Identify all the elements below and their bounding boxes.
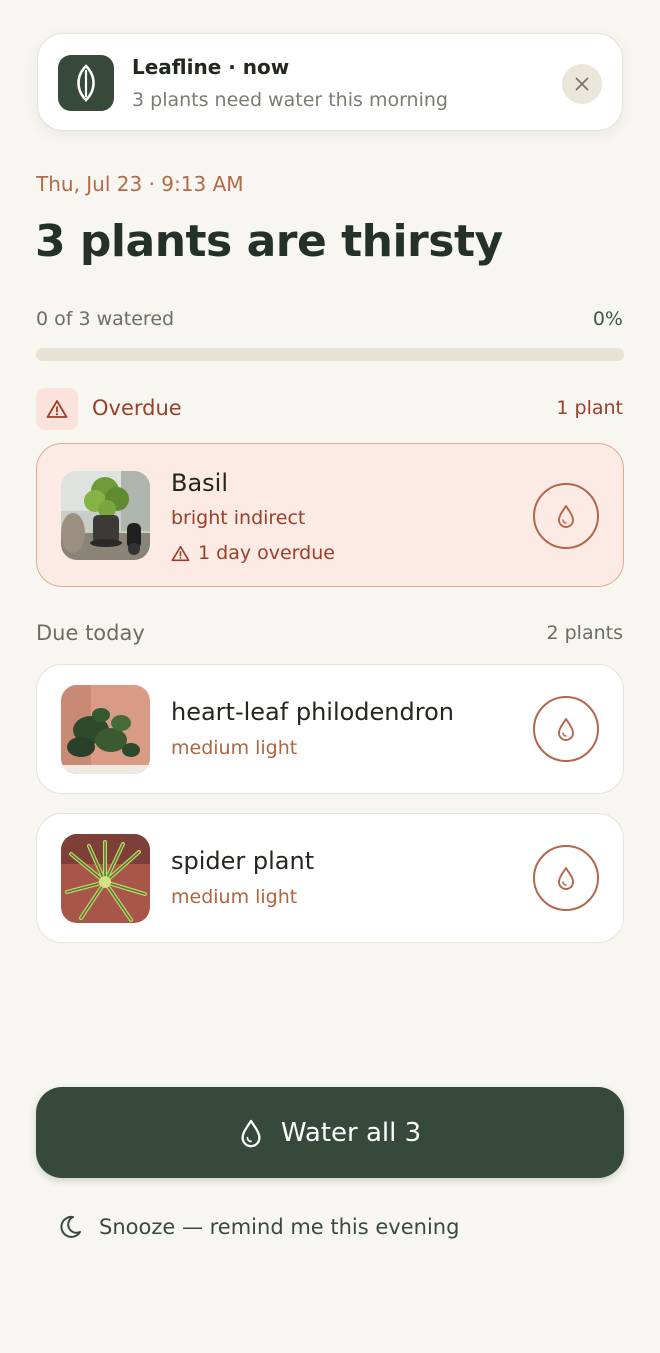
timestamp: Thu, Jul 23 · 9:13 AM: [36, 172, 244, 196]
plant-photo-basil: [61, 471, 150, 560]
snooze-label: Snooze — remind me this evening: [99, 1215, 460, 1239]
due-today-section-title: Due today: [36, 621, 145, 645]
overdue-section-title: Overdue: [92, 396, 182, 420]
overdue-note: 1 day overdue: [171, 542, 335, 564]
notification-body: 3 plants need water this morning: [132, 89, 448, 111]
plant-card-basil[interactable]: Basil bright indirect 1 day overdue: [36, 443, 624, 587]
due-today-count: 2 plants: [546, 622, 623, 644]
warning-icon: [171, 545, 190, 561]
app-screen: Leafline · now 3 plants need water this …: [0, 0, 660, 1353]
overdue-badge: [36, 388, 78, 430]
progress-label: 0 of 3 watered: [36, 308, 175, 330]
notification-title: Leafline · now: [132, 55, 290, 79]
water-all-button[interactable]: Water all 3: [36, 1087, 624, 1178]
page-title: 3 plants are thirsty: [35, 216, 503, 267]
progress-bar: [36, 348, 624, 361]
plant-name: Basil: [171, 469, 229, 497]
notification-banner[interactable]: Leafline · now 3 plants need water this …: [37, 33, 623, 131]
water-button-basil[interactable]: [533, 483, 599, 549]
water-drop-icon: [558, 718, 574, 741]
plant-light: medium light: [171, 737, 298, 759]
moon-icon: [60, 1215, 81, 1238]
leaf-icon: [58, 55, 114, 111]
water-drop-icon: [558, 867, 574, 890]
overdue-note-label: 1 day overdue: [198, 542, 335, 564]
snooze-button[interactable]: Snooze — remind me this evening: [57, 1214, 459, 1240]
water-drop-icon: [558, 505, 574, 528]
plant-name: spider plant: [171, 847, 315, 875]
close-icon: [575, 77, 589, 91]
close-button[interactable]: [562, 64, 602, 104]
water-button-spider-plant[interactable]: [533, 845, 599, 911]
water-drop-icon: [241, 1119, 261, 1147]
progress-percent: 0%: [592, 308, 623, 330]
plant-photo-spider-plant: [61, 834, 150, 923]
plant-name: heart-leaf philodendron: [171, 698, 454, 726]
plant-card-philodendron[interactable]: heart-leaf philodendron medium light: [36, 664, 624, 794]
water-all-label: Water all 3: [280, 1117, 422, 1148]
plant-light: bright indirect: [171, 507, 306, 529]
overdue-count: 1 plant: [556, 397, 623, 419]
warning-icon: [46, 400, 68, 418]
plant-card-spider-plant[interactable]: spider plant medium light: [36, 813, 624, 943]
plant-photo-philodendron: [61, 685, 150, 774]
water-button-philodendron[interactable]: [533, 696, 599, 762]
plant-light: medium light: [171, 886, 298, 908]
